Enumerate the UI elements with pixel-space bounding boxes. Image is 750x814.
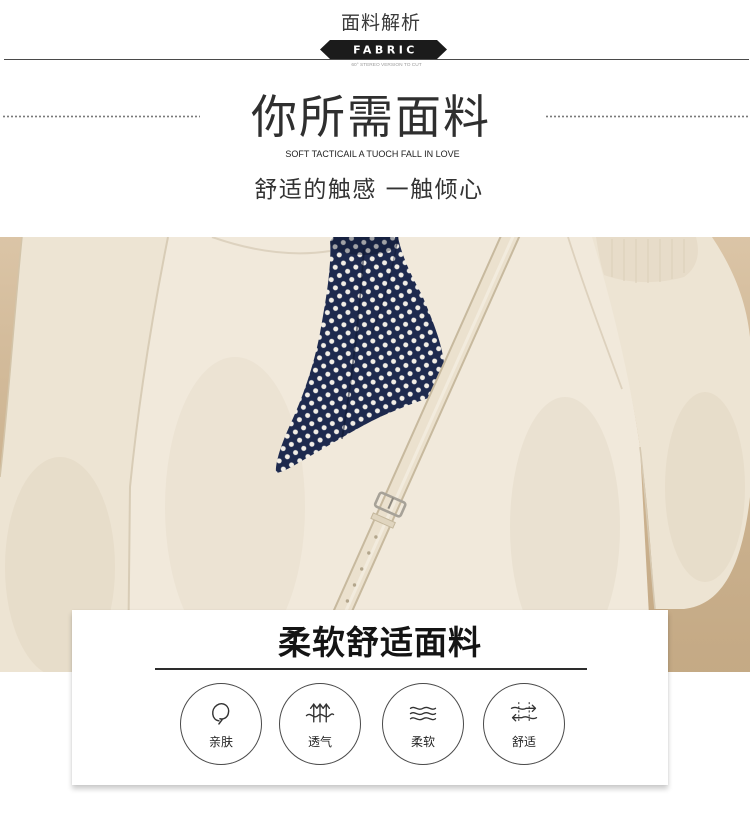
ribbon-label: FABRIC: [353, 44, 418, 57]
feature-breathable: 透气: [279, 683, 361, 765]
comfort-icon: [510, 702, 538, 723]
product-photo-art: [0, 237, 750, 672]
comfort-dashes: [518, 702, 530, 723]
strap-hole: [367, 551, 371, 555]
soft-glyph: [409, 706, 437, 721]
skin-friendly-glyph: [212, 703, 230, 725]
feature-card-divider: [155, 668, 587, 670]
header-caption: 60° STEREO VERSION TO CUT: [351, 62, 422, 68]
header-divider: [4, 59, 749, 60]
comfort-arrows: [510, 704, 538, 722]
fabric-ribbon: FABRIC: [320, 40, 447, 59]
skin-friendly-icon: [212, 703, 230, 725]
soft-icon: [409, 706, 437, 721]
feature-label: 亲肤: [208, 735, 233, 749]
feature-card: 柔软舒适面料 亲肤 透气 柔软 舒适: [72, 610, 668, 785]
breathable-glyph: [305, 703, 335, 723]
feature-label: 柔软: [410, 735, 435, 749]
product-photo: [0, 237, 750, 672]
intro-headline: 你所需面料: [251, 90, 491, 144]
feature-soft: 柔软: [382, 683, 464, 765]
intro-subheadline: 舒适的触感 一触倾心: [254, 177, 484, 203]
breathable-icon: [305, 703, 335, 723]
sleeve-cuff: [596, 237, 698, 283]
feature-card-title: 柔软舒适面料: [278, 623, 482, 662]
strap-hole: [360, 567, 364, 571]
feature-label: 透气: [307, 735, 332, 749]
section-title: 面料解析: [340, 12, 421, 34]
intro-tagline: SOFT TACTICAIL A TUOCH FALL IN LOVE: [285, 149, 460, 159]
sleeve-shadow: [665, 392, 745, 582]
feature-label: 舒适: [511, 735, 536, 749]
strap-hole: [374, 535, 378, 539]
strap-hole: [352, 583, 357, 587]
strap-hole: [345, 599, 350, 603]
feature-comfort: 舒适: [483, 683, 565, 765]
feature-skin-friendly: 亲肤: [180, 683, 262, 765]
